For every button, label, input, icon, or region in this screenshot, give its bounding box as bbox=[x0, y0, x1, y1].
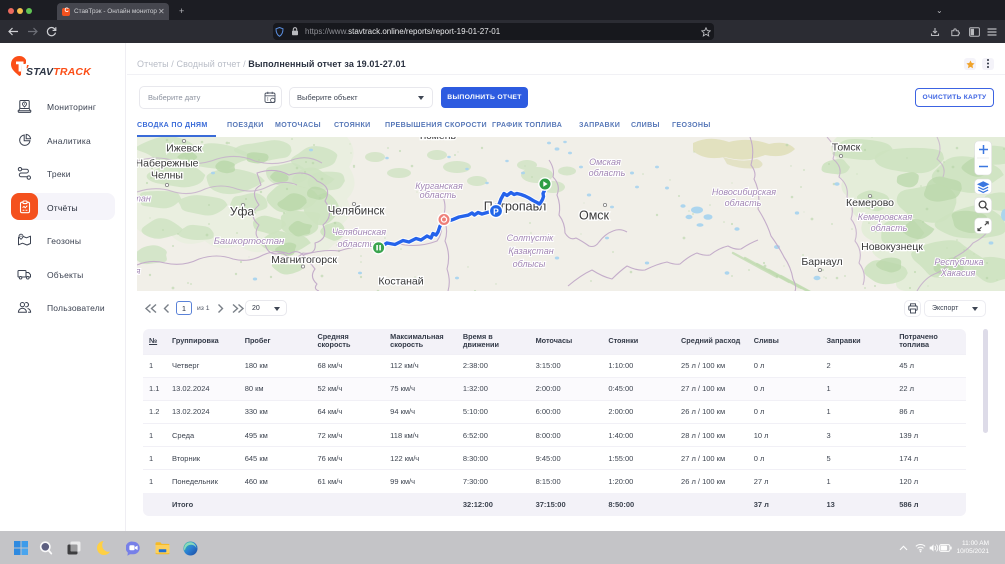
svg-text:Омская: Омская bbox=[589, 157, 621, 167]
svg-text:Костанай: Костанай bbox=[378, 276, 423, 288]
svg-text:Хакасия: Хакасия bbox=[940, 268, 976, 278]
svg-text:область: область bbox=[589, 168, 626, 178]
svg-text:стан: стан bbox=[137, 194, 151, 204]
svg-text:P: P bbox=[493, 206, 499, 216]
svg-text:Новосибирская: Новосибирская bbox=[712, 187, 776, 197]
svg-text:Тюмень: Тюмень bbox=[418, 137, 457, 142]
svg-text:область: область bbox=[725, 198, 762, 208]
svg-text:области: области bbox=[338, 239, 375, 249]
svg-text:Челябинск: Челябинск bbox=[328, 206, 386, 218]
svg-text:Барнаул: Барнаул bbox=[801, 256, 842, 268]
svg-text:Солтүстік: Солтүстік bbox=[507, 233, 554, 243]
svg-text:Республика: Республика bbox=[934, 257, 983, 267]
svg-text:Магнитогорск: Магнитогорск bbox=[271, 254, 337, 266]
svg-text:Кемеровская: Кемеровская bbox=[858, 212, 913, 222]
svg-text:Башкортостан: Башкортостан bbox=[214, 236, 285, 247]
svg-text:Новокузнецк: Новокузнецк bbox=[861, 241, 923, 253]
svg-text:Набережные: Набережные bbox=[137, 158, 199, 170]
svg-text:Челны: Челны bbox=[151, 170, 183, 182]
svg-text:Кемерово: Кемерово bbox=[846, 197, 894, 209]
svg-text:облысы: облысы bbox=[513, 259, 546, 269]
svg-text:область: область bbox=[871, 223, 908, 233]
svg-text:Қазақстан: Қазақстан bbox=[508, 246, 553, 256]
svg-text:я: я bbox=[137, 266, 141, 276]
svg-text:Ижевск: Ижевск bbox=[166, 143, 202, 155]
svg-text:Томск: Томск bbox=[832, 142, 861, 154]
svg-text:область: область bbox=[420, 190, 457, 200]
svg-text:Челябинская: Челябинская bbox=[332, 227, 386, 237]
svg-text:Омск: Омск bbox=[579, 209, 610, 223]
svg-text:Уфа: Уфа bbox=[230, 205, 254, 219]
